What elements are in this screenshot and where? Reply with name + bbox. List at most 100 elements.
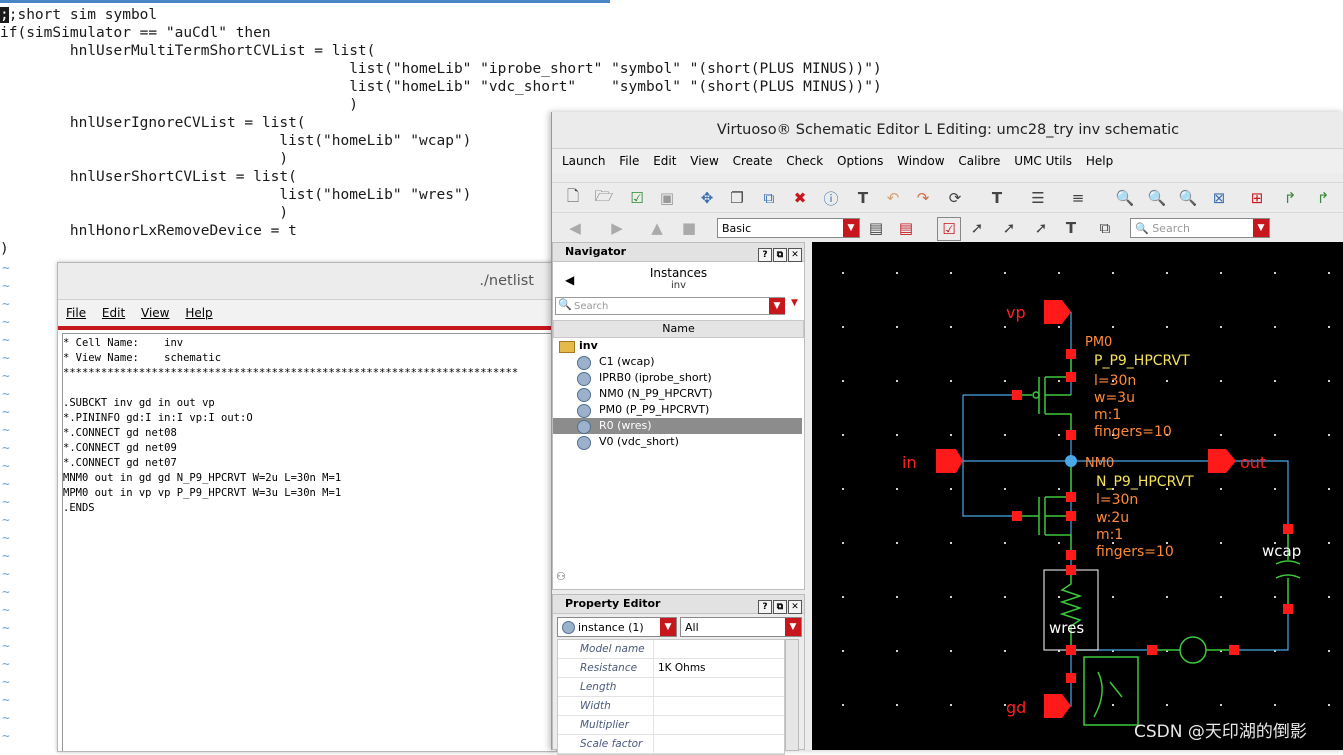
delete-icon[interactable]: ✖ <box>789 187 811 209</box>
stretch-icon[interactable]: ⧉ <box>758 187 780 209</box>
tree-item-selected[interactable]: R0 (wres) <box>553 418 802 434</box>
undo-icon[interactable]: ↶ <box>882 187 904 209</box>
property-scrollbar[interactable] <box>785 639 799 751</box>
menu-options[interactable]: Options <box>837 154 883 168</box>
property-filter-select[interactable]: All ▼ <box>680 617 802 637</box>
menu-edit[interactable]: Edit <box>653 154 676 168</box>
move-icon[interactable]: ✥ <box>696 187 718 209</box>
stop-icon[interactable]: ■ <box>678 217 700 239</box>
property-value[interactable]: 1K Ohms <box>654 659 706 677</box>
menu-help[interactable]: Help <box>1086 154 1113 168</box>
copy-icon[interactable]: ❐ <box>726 187 748 209</box>
netlist-window[interactable]: ./netlist File Edit View Help * Cell Nam… <box>57 262 557 752</box>
wire-icon[interactable]: ↱ <box>1279 187 1301 209</box>
add-instance-icon[interactable]: ⊞ <box>1246 187 1268 209</box>
menu-launch[interactable]: Launch <box>562 154 605 168</box>
label-icon[interactable]: T <box>986 187 1008 209</box>
property-value[interactable] <box>654 640 658 658</box>
float-icon[interactable]: ⧉ <box>773 248 787 262</box>
clear-markers-icon[interactable]: ▤ <box>895 217 917 239</box>
menu-calibre[interactable]: Calibre <box>958 154 1000 168</box>
property-value[interactable] <box>654 678 658 696</box>
help-icon[interactable]: ? <box>758 248 772 262</box>
check-save-icon[interactable]: ☑ <box>626 187 648 209</box>
save-icon[interactable]: ▣ <box>656 187 678 209</box>
select-area-icon[interactable]: ➚ <box>998 217 1020 239</box>
select-text-icon[interactable]: T <box>1060 217 1082 239</box>
property-grid[interactable]: Model name Resistance 1K Ohms Length Widt… <box>557 639 785 755</box>
open-icon[interactable]: 🗁 <box>593 187 615 209</box>
properties-icon[interactable]: ⓘ <box>820 187 842 209</box>
up-hier-icon[interactable]: ▲ <box>646 217 668 239</box>
menu-file[interactable]: File <box>619 154 639 168</box>
close-icon[interactable]: ✕ <box>788 248 802 262</box>
netlist-menu-help[interactable]: Help <box>185 306 212 320</box>
new-icon[interactable]: 🗋 <box>562 187 584 209</box>
menu-view[interactable]: View <box>690 154 718 168</box>
menu-create[interactable]: Create <box>733 154 773 168</box>
tree-item[interactable]: IPRB0 (iprobe_short) <box>557 370 802 386</box>
schematic-canvas[interactable]: vp in out gd PM0 P_P9_HPCRVT l=30n w=3u … <box>812 242 1343 750</box>
dock-icon[interactable]: ⧉ <box>1094 217 1116 239</box>
zoom-fit-icon[interactable]: 🔍 <box>1177 187 1199 209</box>
property-row[interactable]: Multiplier <box>558 716 784 735</box>
property-value[interactable] <box>654 697 658 715</box>
redo-icon[interactable]: ↷ <box>912 187 934 209</box>
menu-window[interactable]: Window <box>897 154 944 168</box>
netlist-text[interactable]: * Cell Name: inv * View Name: schematic … <box>62 333 556 751</box>
select-pointer-icon[interactable]: ➚ <box>966 217 988 239</box>
label-in: in <box>902 453 917 472</box>
text-icon[interactable]: T <box>852 187 874 209</box>
schematic-drawing[interactable]: vp in out gd PM0 P_P9_HPCRVT l=30n w=3u … <box>812 242 1343 750</box>
navigator-column-header[interactable]: Name <box>553 320 804 338</box>
navigator-panel[interactable]: Navigator ? ⧉ ✕ ◀ Instances inv Search 🔍 ▼… <box>552 242 805 590</box>
forward-nav-icon[interactable]: ▶ <box>606 217 628 239</box>
virtuoso-window[interactable]: Virtuoso® Schematic Editor L Editing: um… <box>551 112 1343 755</box>
tree-item[interactable]: PM0 (P_P9_HPCRVT) <box>557 402 802 418</box>
property-row[interactable]: Resistance 1K Ohms <box>558 659 784 678</box>
grid-dot <box>1220 380 1222 382</box>
tree-item[interactable]: C1 (wcap) <box>557 354 802 370</box>
property-editor-panel[interactable]: Property Editor ? ⧉ ✕ instance (1) ▼ All ▼… <box>552 594 805 755</box>
property-filter-value: All <box>685 621 699 634</box>
select-wire-icon[interactable]: ➚ <box>1030 217 1052 239</box>
close-icon[interactable]: ✕ <box>788 600 802 614</box>
property-value[interactable] <box>654 735 658 753</box>
instance-select[interactable]: instance (1) ▼ <box>557 617 677 637</box>
menu-check[interactable]: Check <box>786 154 823 168</box>
tree-item[interactable]: NM0 (N_P9_HPCRVT) <box>557 386 802 402</box>
rotate-icon[interactable]: ⟳ <box>944 187 966 209</box>
zoom-out-icon[interactable]: 🔍 <box>1146 187 1168 209</box>
help-icon[interactable]: ? <box>758 600 772 614</box>
float-icon[interactable]: ⧉ <box>773 600 787 614</box>
distribute-icon[interactable]: ≡ <box>1067 187 1089 209</box>
back-nav-icon[interactable]: ◀ <box>564 217 586 239</box>
netlist-line <box>63 381 556 396</box>
navigator-search[interactable]: Search <box>555 297 785 315</box>
selection-toggle-icon[interactable]: ☑ <box>937 217 961 241</box>
instance-tree[interactable]: inv C1 (wcap) IPRB0 (iprobe_short) NM0 (… <box>553 338 802 450</box>
property-value[interactable] <box>654 716 658 734</box>
tree-item[interactable]: V0 (vdc_short) <box>557 434 802 450</box>
netlist-menu-edit[interactable]: Edit <box>102 306 125 320</box>
grid-dot <box>896 488 898 490</box>
zoom-box-icon[interactable]: ⊠ <box>1208 187 1230 209</box>
zoom-in-icon[interactable]: 🔍 <box>1114 187 1136 209</box>
netlist-menu-file[interactable]: File <box>66 306 86 320</box>
toolbar-search[interactable]: 🔍 Search ▼ <box>1130 218 1270 238</box>
chevron-down-icon[interactable]: ▼ <box>791 298 798 308</box>
menu-umc-utils[interactable]: UMC Utils <box>1014 154 1072 168</box>
back-arrow-icon[interactable]: ◀ <box>565 273 574 287</box>
chevron-down-icon[interactable]: ▼ <box>769 298 785 314</box>
property-row[interactable]: Model name <box>558 640 784 659</box>
netlist-menu-view[interactable]: View <box>141 306 169 320</box>
hierarchy-icon[interactable]: ⚇ <box>556 570 566 583</box>
filter-select[interactable]: Basic ▼ <box>717 218 860 238</box>
wire-name-icon[interactable]: ↱ <box>1312 187 1334 209</box>
property-row[interactable]: Scale factor <box>558 735 784 754</box>
align-icon[interactable]: ☰ <box>1027 187 1049 209</box>
property-row[interactable]: Length <box>558 678 784 697</box>
check-options-icon[interactable]: ▤ <box>865 217 887 239</box>
tree-root[interactable]: inv <box>557 338 802 354</box>
property-row[interactable]: Width <box>558 697 784 716</box>
